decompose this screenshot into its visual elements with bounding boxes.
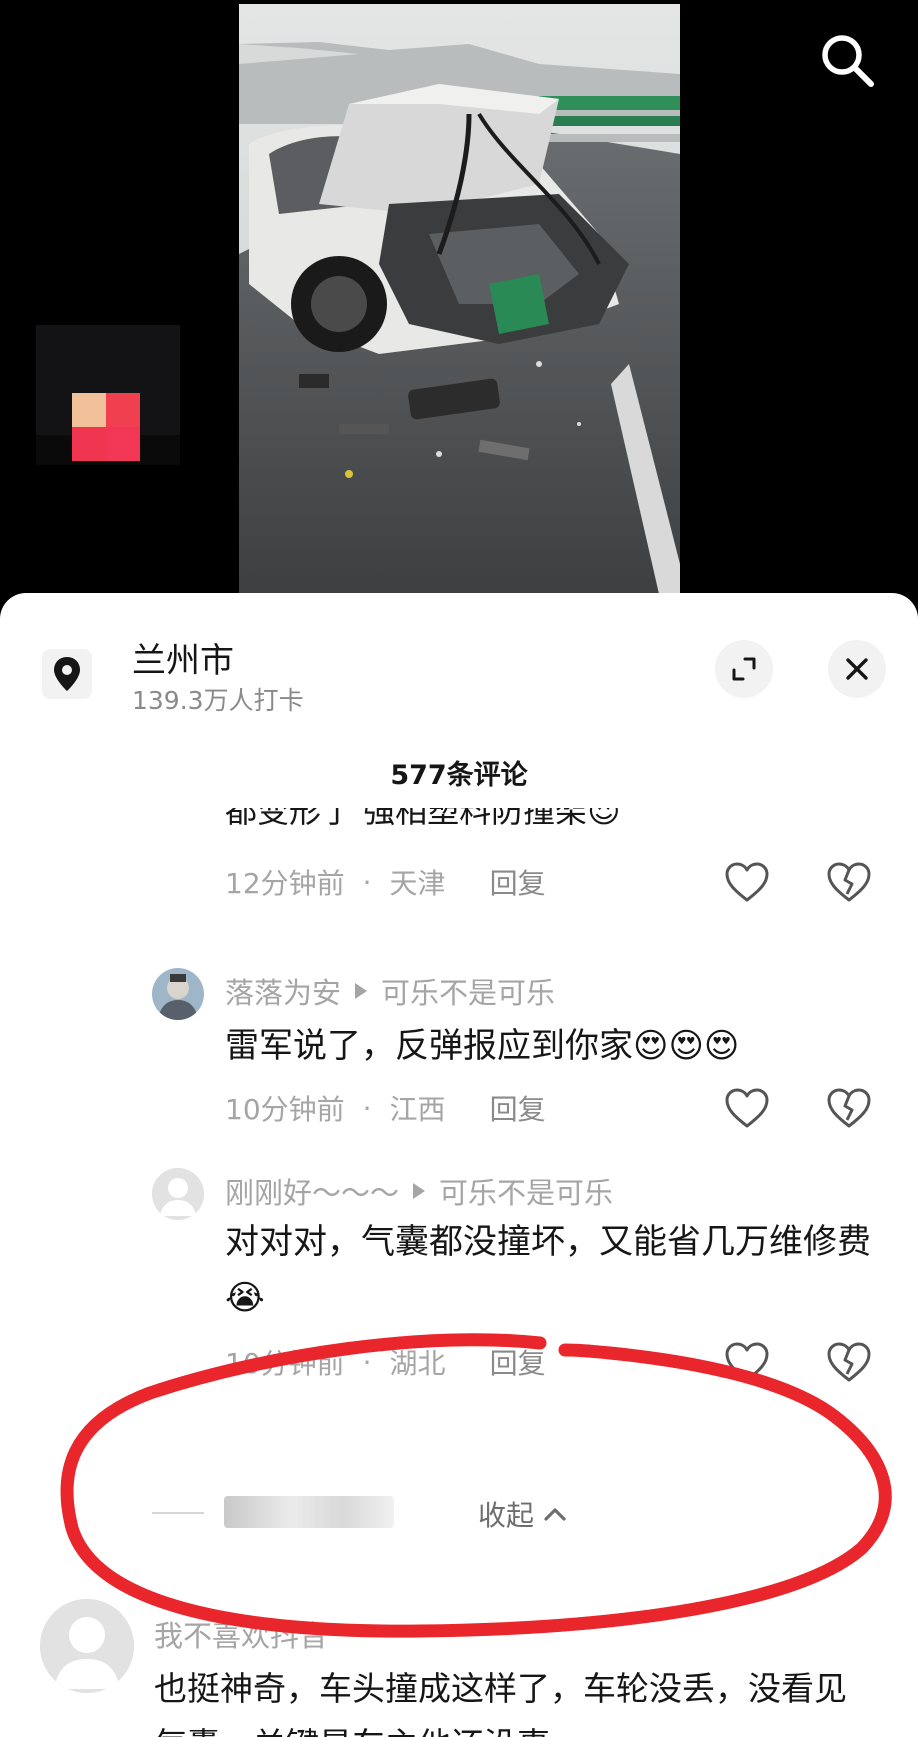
reply-username[interactable]: 刚刚好～～～ [225,1170,399,1212]
location-checkins: 139.3万人打卡 [132,686,304,715]
divider [152,1512,204,1514]
reply-time: 12分钟前 [225,867,345,900]
location-pin-icon [42,649,92,699]
heart-icon[interactable] [724,1340,770,1384]
emoji: 😍 [587,808,621,830]
reply-text: 雷军说了，反弹报应到你家 [225,1026,633,1066]
broken-heart-icon[interactable] [826,1086,872,1130]
reply-text: 都变形了 强相塑料防撞架 [225,808,588,830]
reply-text-block: 对对对，气囊都没撞坏，又能省几万维修费 😭 [225,1214,885,1326]
reply-text-block: 雷军说了，反弹报应到你家😍😍😍 [225,1018,885,1074]
heart-icon[interactable] [724,860,770,904]
emoji: 😭 [225,1278,265,1318]
reply-text: 对对对，气囊都没撞坏，又能省几万维修费 [225,1222,871,1262]
reply-to-arrow-icon [413,1183,426,1199]
comment-item[interactable]: 我不喜欢抖音 也挺神奇，车头撞成这样了，车轮没丢，没看见气囊，关键是车主他还没事… [0,1573,918,1737]
comment-sheet: 兰州市 139.3万人打卡 577条评论 都变形了 强相塑料防撞架😍 12分钟前… [0,593,918,1737]
reply-to-arrow-icon [355,983,368,999]
broken-heart-icon[interactable] [826,860,872,904]
reply-to-username[interactable]: 可乐不是可乐 [439,1170,613,1212]
search-button[interactable] [815,28,879,92]
comment-count-title: 577条评论 [390,760,528,791]
separator-dot: · [362,1345,372,1379]
comment-username[interactable]: 我不喜欢抖音 [154,1613,328,1655]
reply-info-row: 12分钟前 · 天津 回复 [225,860,885,904]
separator-dot: · [362,865,372,899]
expand-icon [732,657,756,681]
close-button[interactable] [828,640,886,698]
comment-text: 也挺神奇，车头撞成这样了，车轮没丢，没看见气囊，关键是车主他还没事。 [154,1669,847,1737]
reply-username[interactable]: 落落为安 [225,970,341,1012]
reply-info-row: 10分钟前 · 江西 回复 [225,1086,885,1130]
reply-item[interactable]: 落落为安 可乐不是可乐 雷军说了，反弹报应到你家😍😍😍 10分钟前 · 江西 回… [0,968,918,1158]
collapse-replies-row[interactable]: 收起 [152,1492,852,1532]
location-name[interactable]: 兰州市 [132,633,234,682]
reply-item-partial: 都变形了 强相塑料防撞架😍 12分钟前 · 天津 回复 [0,808,918,902]
avatar[interactable] [152,1168,204,1220]
broken-heart-icon[interactable] [826,1340,872,1384]
reply-button[interactable]: 回复 [490,1342,546,1382]
close-icon [846,658,868,680]
video-player[interactable] [0,0,918,600]
reply-item[interactable]: 刚刚好～～～ 可乐不是可乐 对对对，气囊都没撞坏，又能省几万维修费 😭 10分钟前… [0,1168,918,1448]
search-icon [822,35,874,87]
expand-button[interactable] [715,640,773,698]
reply-to-username[interactable]: 可乐不是可乐 [381,970,555,1012]
blurred-text [224,1496,394,1528]
location-header[interactable]: 兰州市 139.3万人打卡 [0,593,918,723]
comment-list[interactable]: 都变形了 强相塑料防撞架😍 12分钟前 · 天津 回复 落落为安 可乐不是可乐 … [0,808,918,1737]
avatar[interactable] [152,968,204,1020]
emoji: 😍😍😍 [633,1026,740,1066]
reply-text-cut: 都变形了 强相塑料防撞架😍 [225,808,621,832]
reply-region: 江西 [389,1093,446,1126]
reply-info-row: 10分钟前 · 湖北 回复 [225,1340,885,1384]
chevron-up-icon [544,1508,566,1521]
video-frame-crashed-car[interactable] [239,4,680,594]
avatar[interactable] [40,1599,134,1693]
collapse-label: 收起 [478,1499,535,1532]
reply-button[interactable]: 回复 [490,1088,546,1128]
reply-region: 湖北 [389,1347,446,1380]
heart-icon[interactable] [724,1086,770,1130]
blurred-author-avatar[interactable] [36,325,180,465]
reply-time: 10分钟前 [225,1093,345,1126]
reply-time: 10分钟前 [225,1347,345,1380]
collapse-button[interactable]: 收起 [478,1494,568,1534]
reply-button[interactable]: 回复 [490,862,546,902]
reply-region: 天津 [389,867,446,900]
reply-meta: 刚刚好～～～ 可乐不是可乐 [225,1170,613,1212]
separator-dot: · [362,1091,372,1125]
crashed-car-image [239,4,680,594]
reply-meta: 落落为安 可乐不是可乐 [225,970,555,1012]
